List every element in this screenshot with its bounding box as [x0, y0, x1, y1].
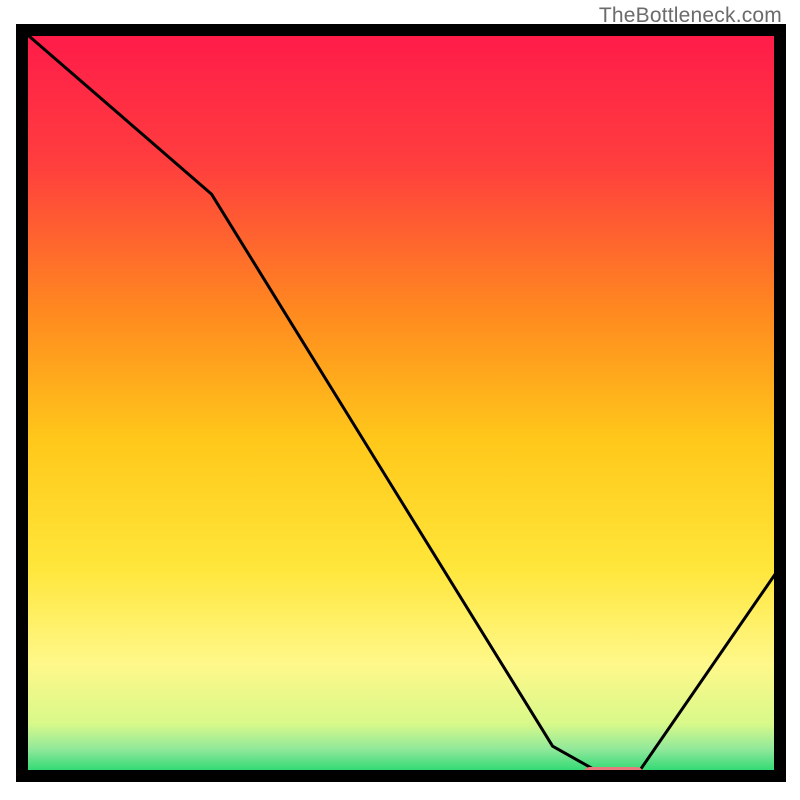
- bottleneck-chart: [0, 0, 800, 800]
- chart-container: TheBottleneck.com: [0, 0, 800, 800]
- gradient-background: [22, 30, 780, 776]
- watermark-text: TheBottleneck.com: [599, 4, 782, 28]
